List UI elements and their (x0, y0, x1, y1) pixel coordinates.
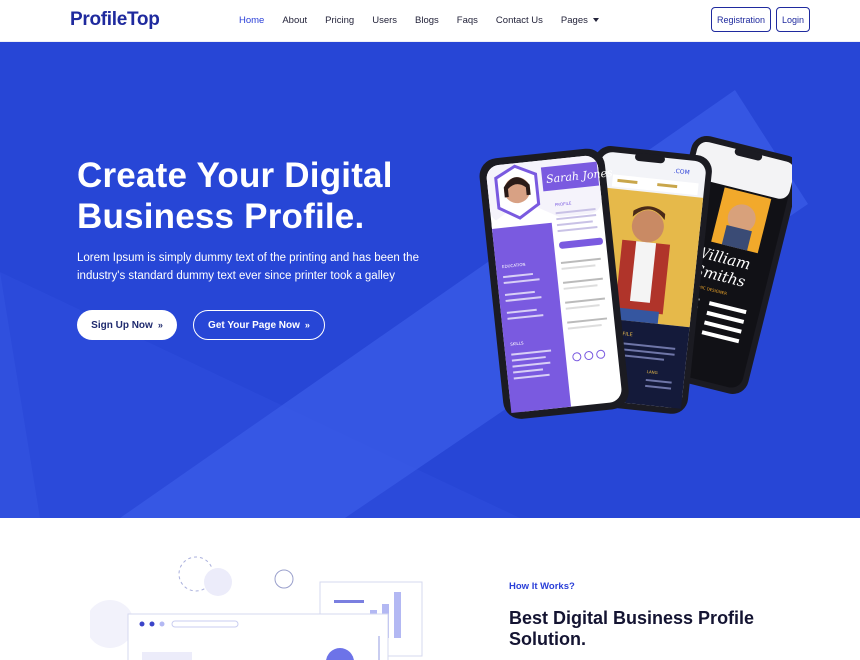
brand-logo[interactable]: ProfileTop (70, 9, 160, 31)
nav-item-users[interactable]: Users (372, 15, 397, 26)
main-nav: Home About Pricing Users Blogs Faqs Cont… (239, 15, 617, 26)
registration-button[interactable]: Registration (711, 7, 771, 32)
double-chevron-right-icon: » (157, 320, 163, 330)
nav-item-pages-dropdown[interactable]: Pages (561, 15, 599, 26)
nav-item-pricing[interactable]: Pricing (325, 15, 354, 26)
sign-up-label: Sign Up Now (91, 319, 153, 331)
phone-mockups-illustration: William Smiths GRAPHIC DESIGNER .COM LAN… (479, 135, 792, 419)
sign-up-button[interactable]: Sign Up Now » (77, 310, 177, 340)
nav-item-contact-us[interactable]: Contact Us (496, 15, 543, 26)
login-button[interactable]: Login (776, 7, 810, 32)
how-it-works-title: Best Digital Business Profile Solution. (509, 608, 755, 649)
hero-title-line1: Create Your Digital (77, 156, 393, 195)
hero-title-line2: Business Profile. (77, 197, 365, 236)
hero-title: Create Your Digital Business Profile. (77, 155, 477, 237)
get-your-page-button[interactable]: Get Your Page Now » (193, 310, 325, 340)
get-your-page-label: Get Your Page Now (208, 319, 300, 331)
how-it-works-illustration (90, 556, 423, 660)
nav-item-about[interactable]: About (282, 15, 307, 26)
caret-down-icon (592, 18, 599, 23)
nav-item-home[interactable]: Home (239, 15, 264, 26)
how-it-works-label: How It Works? (509, 581, 575, 592)
nav-item-faqs[interactable]: Faqs (457, 15, 478, 26)
hero-section: Create Your Digital Business Profile. Lo… (0, 42, 860, 518)
nav-item-blogs[interactable]: Blogs (415, 15, 439, 26)
top-navbar: ProfileTop Home About Pricing Users Blog… (0, 0, 860, 42)
hero-description: Lorem Ipsum is simply dummy text of the … (77, 252, 419, 282)
nav-item-pages-label: Pages (560, 15, 588, 26)
double-chevron-right-icon: » (304, 320, 310, 330)
